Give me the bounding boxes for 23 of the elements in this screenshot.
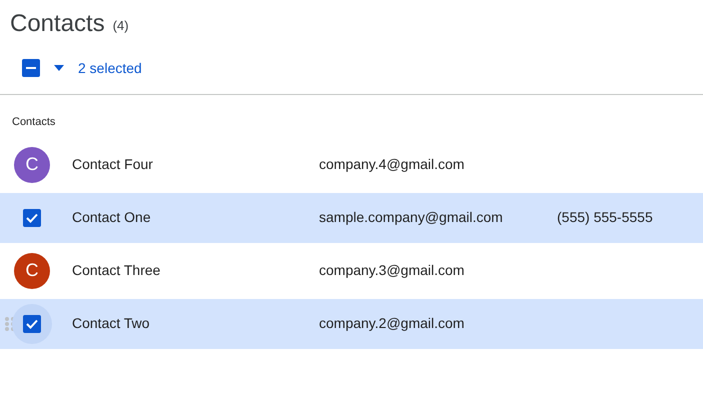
contact-name: Contact Two (72, 314, 150, 333)
dropdown-caret-icon[interactable] (54, 65, 64, 71)
section-label: Contacts (11, 115, 56, 130)
checkbox[interactable] (23, 314, 41, 332)
contact-row[interactable]: Contact One sample.company@gmail.com (555) 555-5555 (0, 192, 703, 242)
contact-email: company.3@gmail.com (319, 261, 464, 280)
selection-count: 2 selected (78, 58, 142, 78)
checkbox[interactable] (22, 59, 40, 77)
checkmark-icon (26, 212, 38, 222)
contact-name: Contact Three (72, 261, 160, 280)
avatar: C (14, 252, 50, 288)
contact-name: Contact One (72, 208, 151, 227)
contact-email: sample.company@gmail.com (319, 208, 503, 227)
contact-phone: (555) 555-5555 (557, 208, 653, 227)
contact-count: (4) (112, 16, 129, 35)
checkmark-icon (26, 318, 38, 328)
checkbox[interactable] (23, 208, 41, 226)
contact-row[interactable]: Contact Two company.2@gmail.com (0, 298, 703, 348)
contact-email: company.2@gmail.com (319, 314, 464, 333)
contact-email: company.4@gmail.com (319, 155, 464, 174)
contact-name: Contact Four (72, 155, 153, 174)
page-title: Contacts (10, 9, 105, 39)
avatar: C (14, 146, 50, 182)
